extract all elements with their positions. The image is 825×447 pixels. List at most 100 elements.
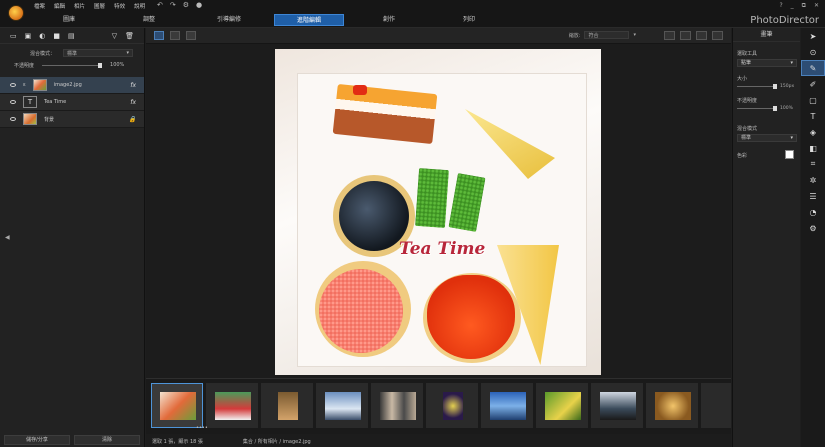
view-single-icon[interactable] bbox=[154, 31, 164, 40]
undo-icon[interactable]: ↶ bbox=[157, 1, 163, 9]
rotate-icon[interactable] bbox=[680, 31, 691, 40]
view-compare-icon[interactable] bbox=[170, 31, 180, 40]
menu-item-help[interactable]: 說明 bbox=[134, 2, 145, 10]
shape-tool-icon[interactable]: ▢ bbox=[801, 92, 825, 108]
menu-item-photo[interactable]: 相片 bbox=[74, 2, 85, 10]
filmstrip-thumb[interactable] bbox=[151, 383, 203, 428]
layer-item-text[interactable]: T Tea Time fx bbox=[0, 94, 144, 111]
layer-item-image[interactable]: ε image2.jpg fx bbox=[0, 77, 144, 94]
chevron-down-icon: ▾ bbox=[790, 135, 793, 141]
tab-print[interactable]: 列印 bbox=[434, 14, 504, 26]
size-slider[interactable] bbox=[737, 84, 777, 89]
menu-item-effects[interactable]: 特效 bbox=[114, 2, 125, 10]
blend-mode-select[interactable]: 標準 ▾ bbox=[63, 49, 134, 57]
select-tool-icon[interactable]: ➤ bbox=[801, 28, 825, 44]
color-tool-icon[interactable]: ◔ bbox=[801, 204, 825, 220]
filmstrip-thumb[interactable] bbox=[316, 383, 368, 428]
crop-view-icon[interactable] bbox=[664, 31, 675, 40]
strawberry-topping bbox=[353, 85, 367, 95]
filmstrip-thumb[interactable] bbox=[646, 383, 698, 428]
fill-tool-icon[interactable]: ◈ bbox=[801, 124, 825, 140]
filmstrip-thumb[interactable] bbox=[701, 383, 731, 428]
opacity-value: 100% bbox=[110, 62, 125, 68]
menu-item-file[interactable]: 檔案 bbox=[34, 2, 45, 10]
cake-red-heart bbox=[427, 275, 515, 359]
opacity-slider[interactable] bbox=[737, 106, 777, 111]
color-row: 色彩 bbox=[733, 142, 800, 161]
help-button[interactable]: ? bbox=[779, 2, 782, 10]
gradient-tool-icon[interactable]: ◧ bbox=[801, 140, 825, 156]
slider-knob[interactable] bbox=[98, 62, 103, 68]
tool-label: 選取工具 bbox=[737, 51, 758, 57]
opacity-slider[interactable] bbox=[42, 62, 103, 68]
layer-list: ε image2.jpg fx T Tea Time fx 背景 🔒 bbox=[0, 77, 144, 128]
settings-tool-icon[interactable]: ⚙ bbox=[801, 220, 825, 236]
color-swatch[interactable] bbox=[785, 150, 794, 159]
filmstrip-thumb[interactable] bbox=[371, 383, 423, 428]
editor-area: 縮放: 符合 ▾ Tea Time •••• 選取 1 張，顯示 18 張 集合… bbox=[146, 28, 731, 447]
visibility-eye-icon[interactable] bbox=[10, 83, 16, 87]
delete-layer-icon[interactable]: 🗑 bbox=[125, 32, 134, 40]
tab-advanced-edit[interactable]: 進階編輯 bbox=[274, 14, 344, 26]
blend-mode-select[interactable]: 標準 ▾ bbox=[737, 134, 797, 142]
cake-layered-slice bbox=[332, 83, 438, 145]
redo-icon[interactable]: ↷ bbox=[170, 1, 176, 9]
visibility-eye-icon[interactable] bbox=[10, 117, 16, 121]
photo-canvas[interactable]: Tea Time bbox=[275, 49, 601, 375]
tab-adjust[interactable]: 調整 bbox=[114, 14, 184, 26]
mask-icon[interactable]: ■ bbox=[53, 32, 60, 40]
tab-guided-edit[interactable]: 引導編修 bbox=[194, 14, 264, 26]
new-layer-icon[interactable]: ▭ bbox=[10, 32, 17, 40]
slider-knob[interactable] bbox=[773, 84, 777, 89]
filmstrip-thumb[interactable] bbox=[481, 383, 533, 428]
menu-item-layer[interactable]: 圖層 bbox=[94, 2, 105, 10]
tea-time-text[interactable]: Tea Time bbox=[399, 239, 485, 259]
layer-fx-icon[interactable]: fx bbox=[130, 82, 136, 89]
crop-tool-icon[interactable]: ⌗ bbox=[801, 156, 825, 172]
hand-icon[interactable] bbox=[712, 31, 723, 40]
filmstrip-thumb[interactable] bbox=[261, 383, 313, 428]
visibility-eye-icon[interactable] bbox=[10, 100, 16, 104]
path-status: 集合 / 所有相片 / image2.jpg bbox=[242, 439, 311, 445]
collapse-left-icon[interactable]: ◀ bbox=[5, 234, 10, 241]
filmstrip-thumb[interactable] bbox=[206, 383, 258, 428]
layer-options-icon[interactable]: ▤ bbox=[68, 32, 75, 40]
chevron-down-icon: ▾ bbox=[126, 50, 130, 56]
brush-tool-icon[interactable]: ✎ bbox=[801, 60, 825, 76]
menu-item-edit[interactable]: 編輯 bbox=[54, 2, 65, 10]
text-tool-icon[interactable]: T bbox=[801, 108, 825, 124]
effects-tool-icon[interactable]: ✲ bbox=[801, 172, 825, 188]
close-button[interactable]: ✕ bbox=[814, 2, 819, 10]
zoom-icon[interactable] bbox=[696, 31, 707, 40]
tab-create[interactable]: 創作 bbox=[354, 14, 424, 26]
brush-tool-select[interactable]: 點筆 ▾ bbox=[737, 59, 797, 67]
grid-icon[interactable] bbox=[186, 31, 196, 40]
save-share-button[interactable]: 儲存/分享 bbox=[4, 435, 70, 445]
layer-fx-icon[interactable]: fx bbox=[130, 99, 136, 106]
opacity-label: 不透明度 bbox=[14, 62, 35, 69]
slider-knob[interactable] bbox=[773, 106, 777, 111]
clear-button[interactable]: 清除 bbox=[74, 435, 140, 445]
cake-pink-dome bbox=[319, 269, 403, 353]
filmstrip-thumb[interactable] bbox=[536, 383, 588, 428]
adjust-tool-icon[interactable]: ☰ bbox=[801, 188, 825, 204]
canvas-tools bbox=[664, 31, 723, 40]
settings-icon[interactable]: ⚙ bbox=[183, 1, 189, 9]
zoom-control: 縮放: 符合 ▾ bbox=[569, 31, 636, 39]
brush-panel: 畫筆 選取工具 點筆 ▾ 大小 150px 不透明度 100% 混合模式 標準 … bbox=[732, 28, 800, 447]
layer-item-background[interactable]: 背景 🔒 bbox=[0, 111, 144, 128]
image-layer-icon[interactable]: ▣ bbox=[25, 32, 32, 40]
filmstrip-thumb[interactable] bbox=[591, 383, 643, 428]
filmstrip-thumb[interactable] bbox=[426, 383, 478, 428]
minimize-button[interactable]: _ bbox=[791, 2, 794, 10]
title-bar: 檔案 編輯 相片 圖層 特效 說明 ↶ ↷ ⚙ ● 圖庫 調整 引導編修 進階編… bbox=[0, 0, 825, 28]
filter-icon[interactable]: ▽ bbox=[112, 32, 117, 40]
restore-button[interactable]: ⧉ bbox=[802, 2, 806, 10]
brush-layer-icon[interactable]: ◐ bbox=[39, 32, 45, 40]
lock-icon[interactable]: 🔒 bbox=[129, 116, 136, 123]
eraser-tool-icon[interactable]: ✐ bbox=[801, 76, 825, 92]
zoom-select[interactable]: 符合 bbox=[584, 31, 630, 39]
account-icon[interactable]: ● bbox=[196, 1, 202, 9]
transform-tool-icon[interactable]: ⊙ bbox=[801, 44, 825, 60]
tab-library[interactable]: 圖庫 bbox=[34, 14, 104, 26]
